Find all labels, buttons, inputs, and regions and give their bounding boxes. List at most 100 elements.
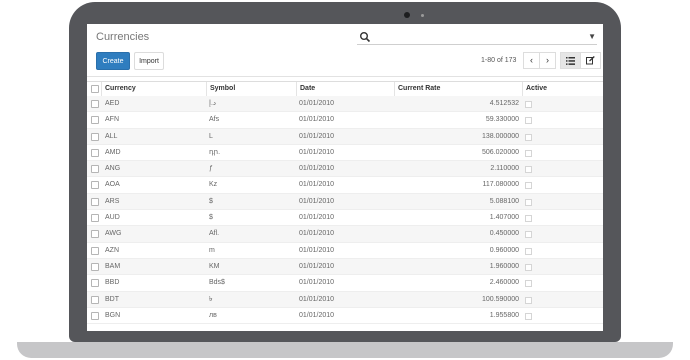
cell-current-rate: 0.450000 — [489, 230, 519, 238]
cell-current-rate: 4.512532 — [489, 100, 519, 107]
table-row[interactable]: BGN лв 01/01/2010 1.955800 — [87, 308, 603, 325]
column-header-active[interactable]: Active — [522, 82, 603, 96]
form-view-button[interactable] — [580, 52, 601, 69]
column-header-currency[interactable]: Currency — [101, 82, 207, 96]
active-checkbox — [525, 133, 532, 141]
table-row[interactable]: AZN m 01/01/2010 0.960000 — [87, 243, 603, 259]
table-row[interactable]: ARS $01/01/2010 5.088100 — [87, 193, 603, 211]
cell-currency: BBD — [105, 279, 120, 287]
cell-symbol: L — [209, 132, 213, 140]
active-checkbox — [525, 117, 532, 125]
app-screen: Currencies ▼ Create Import 1-80 of 173 ‹… — [87, 24, 603, 331]
cell-currency: AOA — [105, 181, 120, 189]
row-checkbox[interactable] — [91, 230, 99, 239]
pager-next-button[interactable]: › — [539, 52, 556, 69]
row-checkbox[interactable] — [91, 279, 99, 288]
table-row[interactable]: AMD դր. 01/01/2010 506.020000 — [87, 145, 603, 162]
cell-date: 01/01/2010 — [299, 214, 335, 222]
row-checkbox[interactable] — [91, 197, 99, 206]
cell-symbol: ƒ — [209, 165, 213, 173]
cell-currency: AUD — [105, 214, 120, 222]
list-view-icon — [566, 57, 575, 65]
cell-current-rate: 1.955800 — [489, 311, 519, 319]
cell-currency: ALL — [105, 132, 118, 140]
cell-symbol: лв — [209, 311, 217, 319]
row-checkbox[interactable] — [91, 116, 99, 125]
caret-down-icon[interactable]: ▼ — [588, 32, 596, 41]
cell-currency: BAM — [105, 262, 121, 270]
table-row[interactable]: ANG ƒ 01/01/2010 2.110000 — [87, 161, 603, 178]
cell-current-rate: 0.960000 — [489, 246, 519, 254]
list-view-button[interactable] — [560, 52, 581, 69]
cell-date: 01/01/2010 — [299, 279, 335, 287]
active-checkbox — [525, 247, 532, 255]
search-icon — [360, 32, 371, 43]
column-header-date[interactable]: Date — [296, 82, 394, 96]
active-checkbox — [525, 182, 532, 190]
row-checkbox[interactable] — [91, 311, 99, 320]
page-title: Currencies — [96, 31, 150, 43]
cell-date: 01/01/2010 — [299, 246, 335, 254]
active-checkbox — [525, 198, 532, 206]
cell-current-rate: 117.080000 — [482, 181, 519, 189]
camera — [404, 12, 410, 18]
laptop-base — [17, 342, 673, 358]
table-row[interactable]: BBD Bds$ 01/01/2010 2.460000 — [87, 275, 603, 292]
camera-led — [421, 14, 424, 17]
table-row[interactable]: AOA Kz 01/01/2010 117.080000 — [87, 177, 603, 194]
table-row[interactable]: ALL L 01/01/2010 138.000000 — [87, 128, 603, 145]
cell-currency: AWG — [105, 230, 122, 238]
cell-symbol: د.إ — [209, 100, 217, 107]
cell-current-rate: 2.460000 — [489, 279, 519, 287]
cell-symbol: ৳ — [209, 295, 213, 303]
select-all-checkbox[interactable] — [91, 85, 99, 93]
cell-date: 01/01/2010 — [299, 165, 335, 173]
active-checkbox — [525, 263, 532, 271]
active-checkbox — [525, 231, 532, 239]
import-button[interactable]: Import — [134, 52, 164, 70]
table-row[interactable]: BAM KM 01/01/2010 1.960000 — [87, 258, 603, 276]
cell-symbol: դր. — [209, 148, 221, 156]
search-bar[interactable]: ▼ — [357, 29, 597, 45]
row-checkbox[interactable] — [91, 214, 99, 223]
active-checkbox — [525, 215, 532, 223]
cell-current-rate: 100.590000 — [482, 295, 519, 303]
active-checkbox — [525, 149, 532, 157]
table-row[interactable]: BDT ৳ 01/01/2010 100.590000 — [87, 291, 603, 308]
active-checkbox — [525, 101, 532, 108]
active-checkbox — [525, 280, 532, 288]
create-button[interactable]: Create — [96, 52, 130, 70]
cell-symbol: $ — [209, 214, 213, 222]
row-checkbox[interactable] — [91, 295, 99, 304]
column-header-current-rate[interactable]: Current Rate — [394, 82, 522, 96]
active-checkbox — [525, 312, 532, 320]
row-checkbox[interactable] — [91, 148, 99, 157]
cell-current-rate: 59.330000 — [485, 116, 519, 124]
cell-date: 01/01/2010 — [299, 100, 335, 107]
row-checkbox[interactable] — [91, 262, 99, 271]
table-row[interactable]: AWG Afl. 01/01/2010 0.450000 — [87, 226, 603, 243]
row-checkbox[interactable] — [91, 132, 99, 141]
active-checkbox — [525, 296, 532, 304]
row-checkbox[interactable] — [91, 165, 99, 174]
table-row[interactable]: AED د.إ 01/01/2010 4.512532 — [87, 96, 603, 113]
cell-date: 01/01/2010 — [299, 116, 335, 124]
pager-previous-button[interactable]: ‹ — [523, 52, 540, 69]
table-row[interactable]: AFN Afs 01/01/2010 59.330000 — [87, 112, 603, 129]
row-checkbox[interactable] — [91, 246, 99, 255]
cell-date: 01/01/2010 — [299, 295, 335, 303]
cell-currency: BGN — [105, 311, 121, 319]
column-header-symbol[interactable]: Symbol — [206, 82, 296, 96]
cell-symbol: Kz — [209, 181, 218, 189]
cell-currency: AED — [105, 100, 120, 107]
cell-symbol: Afl. — [209, 230, 220, 238]
active-checkbox — [525, 166, 532, 174]
cell-symbol: $ — [209, 197, 213, 205]
row-checkbox[interactable] — [91, 100, 99, 108]
table-row[interactable]: AUD $01/01/2010 1.407000 — [87, 210, 603, 227]
cell-currency: ANG — [105, 165, 121, 173]
cell-date: 01/01/2010 — [299, 181, 335, 189]
cell-symbol: m — [209, 246, 215, 254]
row-checkbox[interactable] — [91, 181, 99, 190]
cell-date: 01/01/2010 — [299, 262, 335, 270]
